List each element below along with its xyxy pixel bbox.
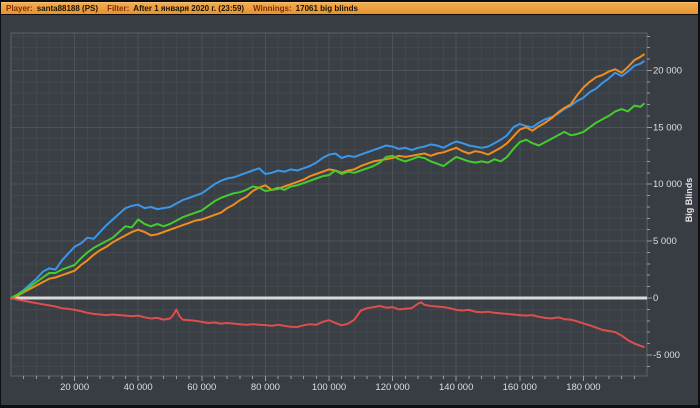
x-tick-label: 60 000 [187,382,216,393]
winnings-graph: 20 000 40 000 60 000 80 000 100 000 120 000 14… [10,32,682,393]
y-tick-label: -5 000 [653,350,680,361]
filter-stat: Filter: After 1 января 2020 г. (23:59) [107,3,244,15]
x-tick-label: 80 000 [251,382,280,393]
player-value: santa88188 (PS) [36,3,99,13]
player-stat: Player: santa88188 (PS) [6,3,98,15]
y-axis-title: Big Blinds [684,177,694,223]
winnings-value: 17061 big blinds [295,3,358,13]
graph-window: Player: santa88188 (PS) Filter: After 1 янв… [0,0,700,408]
x-tick-label: 140 000 [439,382,473,393]
y-tick-label: 15 000 [653,122,682,133]
x-tick-label: 120 000 [375,382,409,393]
y-tick-label: 5 000 [653,236,677,247]
x-tick-label: 40 000 [124,382,153,393]
x-tick-label: 180 000 [566,382,600,393]
winnings-label: Winnings: [253,3,292,13]
filter-label: Filter: [107,3,130,13]
x-tick-label: 100 000 [312,382,346,393]
winnings-stat: Winnings: 17061 big blinds [253,3,358,15]
player-label: Player: [6,3,33,13]
y-tick-label: 0 [653,293,658,304]
y-tick-label: 20 000 [653,65,682,76]
y-tick-label: 10 000 [653,179,682,190]
chart-panel: 20 000 40 000 60 000 80 000 100 000 120 000 14… [1,15,698,405]
stats-header: Player: santa88188 (PS) Filter: After 1 янв… [1,2,698,14]
x-tick-label: 160 000 [503,382,537,393]
x-tick-label: 20 000 [60,382,89,393]
filter-value: After 1 января 2020 г. (23:59) [133,3,245,13]
